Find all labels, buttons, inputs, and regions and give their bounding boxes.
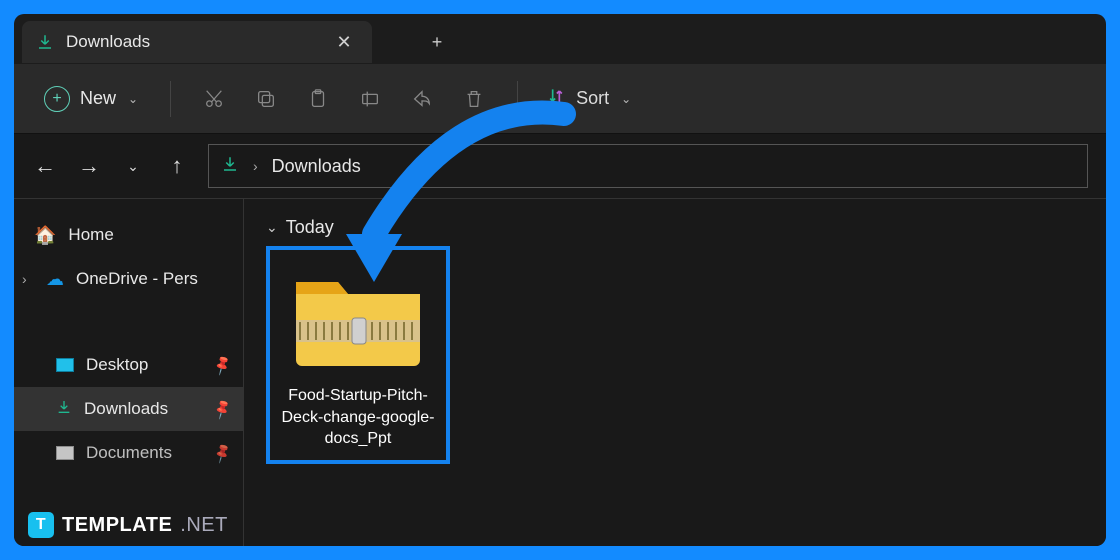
- watermark: T TEMPLATE .NET: [28, 512, 228, 538]
- sidebar-item-label: Desktop: [86, 355, 148, 375]
- sidebar-item-label: Downloads: [84, 399, 168, 419]
- document-icon: [56, 446, 74, 460]
- desktop-icon: [56, 358, 74, 372]
- nav-row: ← → ⌄ ↑ › Downloads: [14, 134, 1106, 198]
- content-pane: ⌄ Today: [244, 199, 1106, 546]
- file-name: Food-Startup-Pitch-Deck-change-google-do…: [278, 385, 438, 450]
- address-bar[interactable]: › Downloads: [208, 144, 1088, 188]
- main-area: ← → ⌄ ↑ › Downloads 🏠 Home › ☁: [14, 134, 1106, 546]
- sort-arrows-icon: [546, 86, 566, 111]
- toolbar-separator: [170, 81, 171, 117]
- download-icon: [221, 155, 239, 178]
- plus-circle-icon: +: [44, 86, 70, 112]
- body-split: 🏠 Home › ☁ OneDrive - Pers Desktop 📌: [14, 198, 1106, 546]
- breadcrumb-current: Downloads: [272, 156, 361, 177]
- group-header-today[interactable]: ⌄ Today: [266, 217, 1084, 238]
- group-label: Today: [286, 217, 334, 238]
- back-button[interactable]: ←: [32, 153, 58, 179]
- copy-icon[interactable]: [243, 76, 289, 122]
- download-icon: [36, 33, 54, 51]
- sort-button-label: Sort: [576, 88, 609, 109]
- share-icon[interactable]: [399, 76, 445, 122]
- pin-icon: 📌: [210, 353, 234, 376]
- breadcrumb-separator: ›: [253, 158, 258, 174]
- sidebar-item-label: Documents: [86, 443, 172, 463]
- forward-button[interactable]: →: [76, 153, 102, 179]
- watermark-suffix: .NET: [180, 514, 228, 537]
- watermark-brand: TEMPLATE: [62, 514, 172, 537]
- new-button[interactable]: + New ⌄: [32, 78, 150, 120]
- sidebar-item-label: OneDrive - Pers: [76, 269, 198, 289]
- toolbar-separator: [517, 81, 518, 117]
- chevron-down-icon: ⌄: [266, 219, 278, 236]
- rename-icon[interactable]: [347, 76, 393, 122]
- tab-downloads[interactable]: Downloads ✕: [22, 21, 372, 63]
- toolbar: + New ⌄ Sort ⌄: [14, 64, 1106, 134]
- sidebar-item-desktop[interactable]: Desktop 📌: [14, 343, 243, 387]
- chevron-down-icon: ⌄: [621, 92, 631, 106]
- new-button-label: New: [80, 88, 116, 109]
- up-button[interactable]: ↑: [164, 153, 190, 179]
- download-icon: [56, 399, 72, 420]
- watermark-badge: T: [28, 512, 54, 538]
- close-tab-button[interactable]: ✕: [330, 32, 358, 53]
- cut-icon[interactable]: [191, 76, 237, 122]
- pin-icon: 📌: [210, 397, 234, 420]
- chevron-down-icon: ⌄: [128, 92, 138, 106]
- recent-dropdown[interactable]: ⌄: [120, 153, 146, 179]
- sort-button[interactable]: Sort ⌄: [538, 86, 639, 111]
- sidebar-item-downloads[interactable]: Downloads 📌: [14, 387, 243, 431]
- paste-icon[interactable]: [295, 76, 341, 122]
- file-explorer-window: Downloads ✕ + + New ⌄: [14, 14, 1106, 546]
- tab-title: Downloads: [66, 32, 318, 52]
- sidebar-item-onedrive[interactable]: › ☁ OneDrive - Pers: [14, 257, 243, 301]
- sidebar-spacer: [14, 301, 243, 343]
- zip-folder-icon: [288, 260, 428, 375]
- tab-strip: Downloads ✕ +: [14, 14, 1106, 64]
- file-item[interactable]: Food-Startup-Pitch-Deck-change-google-do…: [266, 246, 450, 464]
- home-icon: 🏠: [34, 225, 56, 246]
- new-tab-button[interactable]: +: [420, 25, 454, 59]
- sidebar-item-documents[interactable]: Documents 📌: [14, 431, 243, 475]
- cloud-icon: ☁: [46, 269, 64, 290]
- sidebar: 🏠 Home › ☁ OneDrive - Pers Desktop 📌: [14, 199, 244, 546]
- chevron-right-icon: ›: [22, 271, 36, 287]
- pin-icon: 📌: [210, 441, 234, 464]
- delete-icon[interactable]: [451, 76, 497, 122]
- sidebar-item-home[interactable]: 🏠 Home: [14, 213, 243, 257]
- sidebar-item-label: Home: [68, 225, 113, 245]
